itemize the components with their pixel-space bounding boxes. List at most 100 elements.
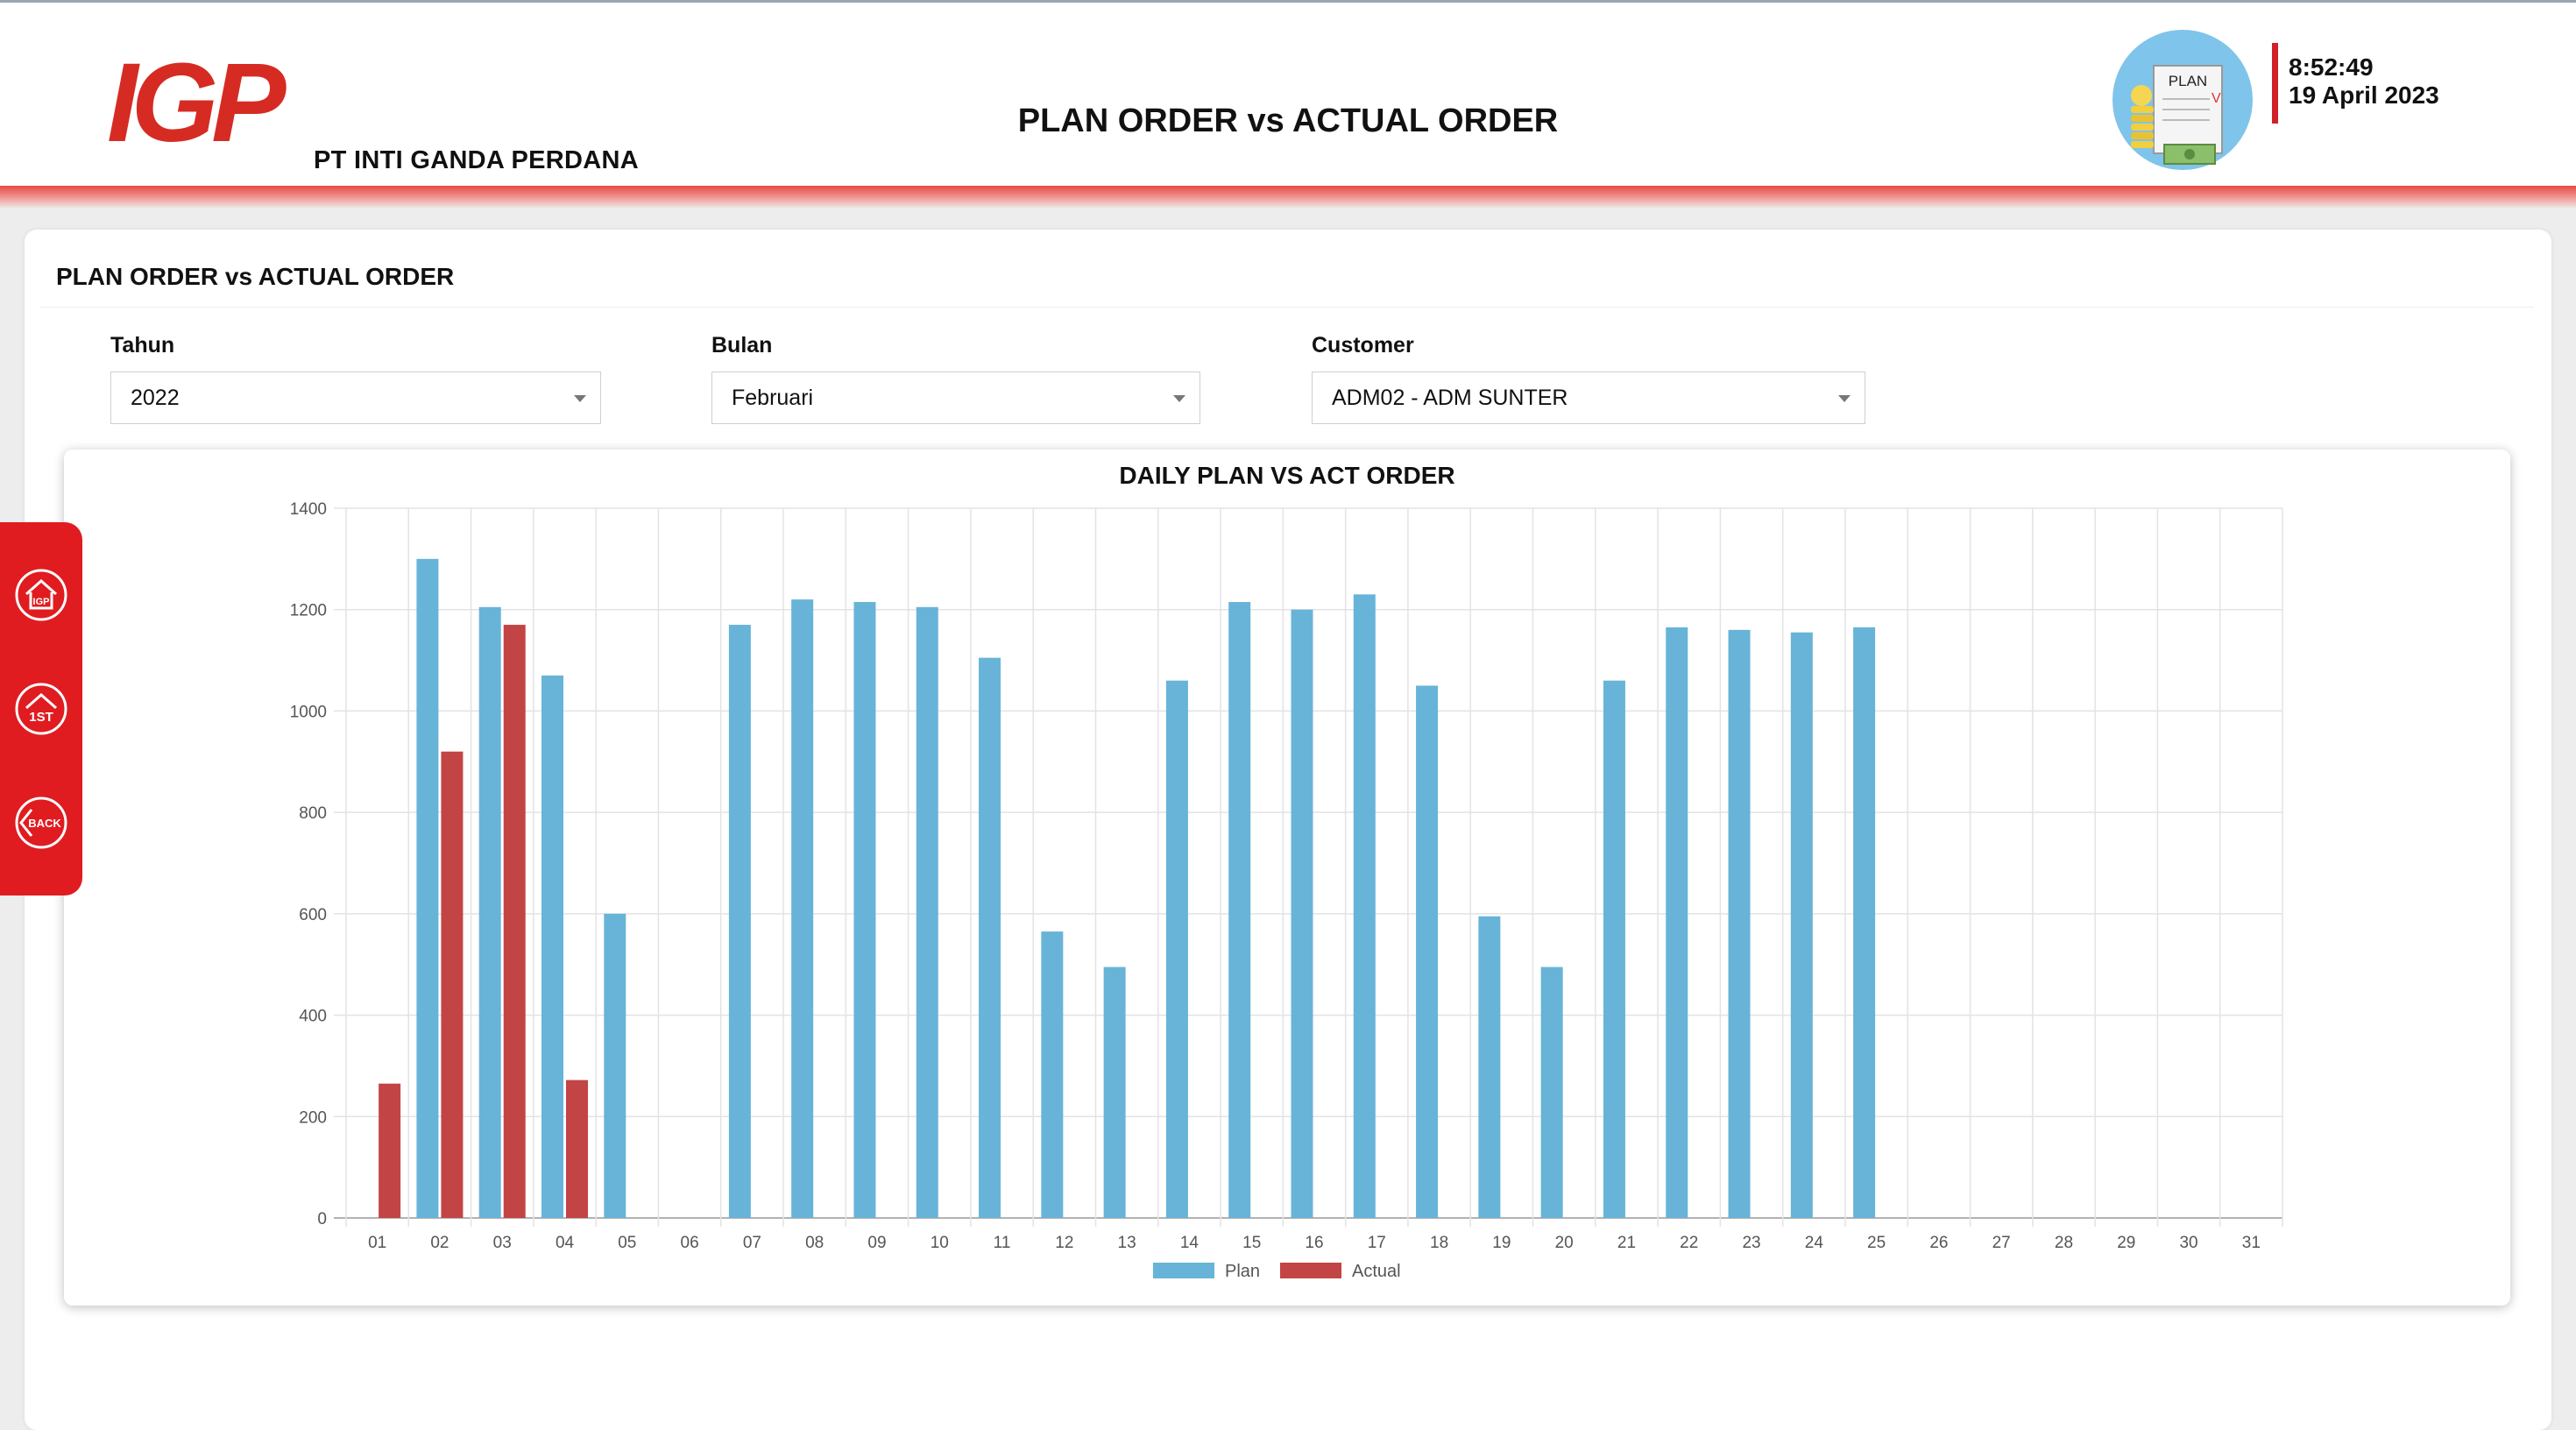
x-tick-label: 30 [2179, 1234, 2197, 1252]
plan-bar [1728, 629, 1751, 1218]
y-tick-label: 1000 [290, 703, 327, 721]
x-tick-label: 02 [430, 1234, 449, 1252]
month-select-value: Februari [732, 386, 814, 410]
x-tick-label: 22 [1680, 1234, 1698, 1252]
legend-swatch-actual [1280, 1263, 1341, 1278]
chevron-down-icon [1838, 395, 1851, 402]
x-tick-label: 04 [556, 1234, 575, 1252]
x-tick-label: 19 [1492, 1234, 1511, 1252]
customer-select-value: ADM02 - ADM SUNTER [1332, 386, 1568, 410]
x-tick-label: 15 [1242, 1234, 1261, 1252]
x-tick-label: 11 [994, 1234, 1011, 1252]
plan-badge-icon: PLAN V [2112, 29, 2254, 175]
year-select-value: 2022 [131, 386, 180, 410]
1st-icon: 1ST [15, 683, 67, 735]
y-tick-label: 1200 [290, 602, 327, 620]
x-tick-label: 26 [1929, 1234, 1948, 1252]
header-stripe [0, 186, 2576, 209]
svg-text:V: V [2212, 91, 2221, 106]
customer-label: Customer [1312, 333, 1414, 358]
panel-divider [40, 307, 2534, 308]
plan-bar [1416, 685, 1439, 1218]
plan-bar [979, 657, 1001, 1218]
customer-select[interactable]: ADM02 - ADM SUNTER [1312, 372, 1865, 424]
back-icon: BACK [15, 796, 67, 849]
month-label: Bulan [711, 333, 773, 358]
actual-bar [503, 625, 526, 1218]
x-tick-label: 01 [368, 1234, 386, 1252]
x-tick-label: 05 [618, 1234, 636, 1252]
igp-home-icon: IGP [15, 569, 67, 621]
plan-bar [416, 558, 439, 1218]
clock-date: 19 April 2023 [2289, 81, 2439, 109]
x-tick-label: 03 [493, 1234, 512, 1252]
x-tick-label: 23 [1742, 1234, 1760, 1252]
plan-bar [1165, 680, 1188, 1218]
actual-bar [441, 751, 464, 1218]
chart-bars [379, 558, 1876, 1218]
svg-text:1ST: 1ST [29, 710, 53, 725]
actual-bar [379, 1083, 401, 1218]
igp-home-button[interactable]: IGP [14, 568, 68, 622]
chevron-down-icon [1173, 395, 1185, 402]
first-button[interactable]: 1ST [14, 682, 68, 736]
back-button[interactable]: BACK [14, 796, 68, 850]
plan-bar [791, 599, 814, 1218]
month-select[interactable]: Februari [711, 372, 1200, 424]
x-tick-label: 08 [805, 1234, 824, 1252]
side-nav: IGP 1ST BACK [0, 522, 82, 896]
chevron-down-icon [574, 395, 586, 402]
x-tick-label: 29 [2117, 1234, 2135, 1252]
plan-bar [728, 625, 751, 1218]
plan-badge-text: PLAN [2169, 73, 2207, 89]
y-tick-label: 200 [299, 1108, 327, 1127]
y-tick-label: 600 [299, 906, 327, 924]
panel-title: PLAN ORDER vs ACTUAL ORDER [56, 263, 455, 290]
plan-bar [1228, 602, 1251, 1218]
x-tick-label: 17 [1368, 1234, 1386, 1252]
plan-bar [478, 606, 501, 1218]
plan-bar [916, 606, 938, 1218]
clock-time: 8:52:49 [2289, 53, 2374, 81]
x-tick-label: 24 [1805, 1234, 1824, 1252]
plan-bar [1853, 627, 1876, 1218]
legend-label-actual: Actual [1352, 1262, 1401, 1281]
y-tick-label: 0 [317, 1210, 327, 1228]
year-select[interactable]: 2022 [110, 372, 601, 424]
plan-bar [1478, 916, 1501, 1218]
plan-bar [1041, 931, 1064, 1218]
y-tick-label: 400 [299, 1008, 327, 1026]
plan-bar [1103, 966, 1126, 1218]
year-label: Tahun [110, 333, 175, 358]
x-tick-label: 28 [2055, 1234, 2073, 1252]
x-tick-label: 12 [1055, 1234, 1073, 1252]
plan-bar [1666, 627, 1688, 1218]
legend-label-plan: Plan [1225, 1262, 1260, 1281]
x-tick-label: 31 [2242, 1234, 2261, 1252]
company-name: PT INTI GANDA PERDANA [314, 146, 639, 174]
daily-plan-act-chart: DAILY PLAN VS ACT ORDER 0200400600800100… [290, 462, 2283, 1281]
plan-bar [1540, 966, 1563, 1218]
plan-bar [541, 675, 564, 1218]
x-tick-label: 25 [1867, 1234, 1886, 1252]
x-tick-label: 18 [1430, 1234, 1448, 1252]
x-tick-label: 27 [1992, 1234, 2011, 1252]
plan-bar [853, 602, 876, 1218]
svg-text:IGP: IGP [33, 597, 50, 607]
x-tick-label: 13 [1118, 1234, 1136, 1252]
x-tick-label: 21 [1617, 1234, 1636, 1252]
chart-card: DAILY PLAN VS ACT ORDER 0 200 400 600 800 100… [64, 450, 2510, 1306]
plan-bar [1603, 680, 1625, 1218]
app-header: IGP PT INTI GANDA PERDANA PLAN ORDER vs … [0, 0, 2576, 188]
y-tick-label: 1400 [290, 500, 327, 519]
chart-title: DAILY PLAN VS ACT ORDER [1119, 462, 1454, 489]
legend-swatch-plan [1153, 1263, 1214, 1278]
plan-bar [604, 913, 626, 1218]
plan-bar [1291, 609, 1313, 1218]
x-tick-label: 14 [1180, 1234, 1200, 1252]
actual-bar [566, 1080, 589, 1218]
clock-accent-bar [2272, 43, 2278, 124]
x-tick-label: 09 [867, 1234, 886, 1252]
x-tick-label: 16 [1305, 1234, 1323, 1252]
plan-bar [1353, 594, 1376, 1218]
